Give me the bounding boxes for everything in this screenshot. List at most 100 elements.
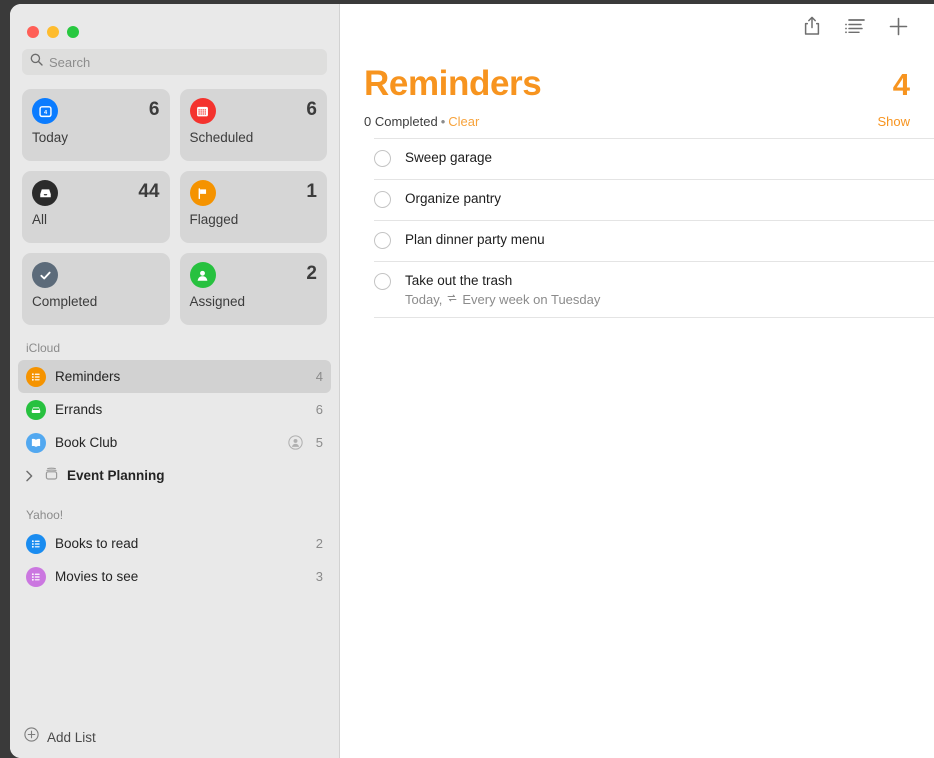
show-completed-button[interactable]: Show — [877, 114, 910, 129]
sidebar-group-event-planning[interactable]: Event Planning — [18, 459, 331, 492]
smart-list-count: 6 — [149, 98, 160, 122]
account-header-yahoo: Yahoo! — [10, 492, 339, 527]
sidebar-list-label: Movies to see — [55, 569, 307, 584]
smart-list-label: Flagged — [190, 212, 318, 227]
sidebar-list-count: 5 — [316, 435, 323, 450]
reminder-body: Take out the trash Today, Every week on Tu… — [405, 272, 934, 307]
smart-list-label: Today — [32, 130, 160, 145]
accounts-container: iCloud Reminders 4 Errands 6 Book Club 5 Event … — [10, 325, 339, 593]
smart-list-label: Completed — [32, 294, 160, 309]
sidebar-list-count: 3 — [316, 569, 323, 584]
smart-lists-grid: 46Today6Scheduled44All1FlaggedCompleted2… — [10, 75, 339, 325]
list-bullet-icon — [26, 567, 46, 587]
reminder-title: Sweep garage — [405, 149, 934, 166]
reminder-body: Organize pantry — [405, 190, 934, 207]
account-lists: Reminders 4 Errands 6 Book Club 5 Event Planni… — [10, 360, 339, 492]
sidebar-list-errands[interactable]: Errands 6 — [18, 393, 331, 426]
zoom-button[interactable] — [67, 26, 79, 38]
sidebar: 46Today6Scheduled44All1FlaggedCompleted2… — [10, 4, 340, 758]
reminder-subtitle: Today, Every week on Tuesday — [405, 292, 934, 307]
svg-text:4: 4 — [43, 109, 47, 115]
smart-list-count: 2 — [306, 262, 317, 286]
calendar-day-icon: 4 — [32, 98, 58, 124]
sidebar-list-count: 6 — [316, 402, 323, 417]
reminder-item[interactable]: Organize pantry — [374, 179, 934, 220]
sidebar-list-count: 4 — [316, 369, 323, 384]
traffic-lights — [10, 4, 339, 38]
smart-list-label: Assigned — [190, 294, 318, 309]
group-folder-icon — [43, 465, 60, 487]
share-icon[interactable] — [803, 16, 821, 36]
card-top — [32, 262, 160, 288]
reminder-title: Plan dinner party menu — [405, 231, 934, 248]
title-row: Reminders 4 — [340, 48, 934, 104]
reminder-due-date: Today, — [405, 292, 442, 307]
plus-circle-icon — [24, 727, 39, 747]
meta-separator: • — [441, 114, 446, 129]
search-icon — [30, 53, 43, 71]
smart-list-card-scheduled[interactable]: 6 Scheduled — [180, 89, 328, 161]
calendar-icon — [190, 98, 216, 124]
sidebar-list-count: 2 — [316, 536, 323, 551]
close-button[interactable] — [27, 26, 39, 38]
sidebar-list-label: Reminders — [55, 369, 307, 384]
smart-list-count: 1 — [306, 180, 317, 204]
reminder-item[interactable]: Take out the trash Today, Every week on Tu… — [374, 261, 934, 318]
smart-list-card-assigned[interactable]: 2 Assigned — [180, 253, 328, 325]
inbox-tray-icon — [32, 180, 58, 206]
smart-list-card-today[interactable]: 46Today — [22, 89, 170, 161]
sidebar-list-label: Errands — [55, 402, 307, 417]
smart-list-card-completed[interactable]: Completed — [22, 253, 170, 325]
smart-list-label: Scheduled — [190, 130, 318, 145]
reminders-list: Sweep garage Organize pantry Plan dinner p… — [374, 138, 934, 318]
reminder-checkbox[interactable] — [374, 232, 391, 249]
smart-list-card-flagged[interactable]: 1 Flagged — [180, 171, 328, 243]
completed-count-label: 0 Completed — [364, 114, 438, 129]
sidebar-list-book-club[interactable]: Book Club 5 — [18, 426, 331, 459]
list-total-count: 4 — [893, 67, 910, 103]
flag-icon — [190, 180, 216, 206]
sidebar-list-movies-to-see[interactable]: Movies to see 3 — [18, 560, 331, 593]
account-header-icloud: iCloud — [10, 325, 339, 360]
reminder-item[interactable]: Plan dinner party menu — [374, 220, 934, 261]
reminder-item[interactable]: Sweep garage — [374, 138, 934, 179]
smart-list-count: 44 — [138, 180, 159, 204]
minimize-button[interactable] — [47, 26, 59, 38]
repeat-icon — [446, 292, 458, 307]
add-list-label: Add List — [47, 730, 96, 745]
sidebar-list-label: Book Club — [55, 435, 279, 450]
search-input[interactable] — [49, 55, 319, 70]
reminder-checkbox[interactable] — [374, 150, 391, 167]
reminders-window: 46Today6Scheduled44All1FlaggedCompleted2… — [10, 4, 934, 758]
list-view-icon[interactable] — [845, 18, 865, 34]
shared-person-icon — [288, 435, 303, 450]
search-box[interactable] — [22, 49, 327, 75]
smart-list-count: 6 — [306, 98, 317, 122]
sidebar-list-reminders[interactable]: Reminders 4 — [18, 360, 331, 393]
toolbar — [340, 4, 934, 48]
reminder-checkbox[interactable] — [374, 273, 391, 290]
main-content: Reminders 4 0 Completed•Clear Show Sweep… — [340, 4, 934, 758]
person-icon — [190, 262, 216, 288]
meta-row: 0 Completed•Clear Show — [340, 104, 934, 129]
add-list-button[interactable]: Add List — [10, 716, 339, 758]
chevron-right-icon[interactable] — [22, 470, 36, 482]
list-bullet-icon — [26, 534, 46, 554]
smart-list-card-all[interactable]: 44 All — [22, 171, 170, 243]
book-icon — [26, 433, 46, 453]
reminder-body: Sweep garage — [405, 149, 934, 166]
card-top: 46 — [32, 98, 160, 124]
search-container — [10, 38, 339, 75]
reminder-checkbox[interactable] — [374, 191, 391, 208]
reminder-title: Take out the trash — [405, 272, 934, 289]
card-top: 44 — [32, 180, 160, 206]
clear-button[interactable]: Clear — [448, 114, 479, 129]
card-top: 1 — [190, 180, 318, 206]
car-icon — [26, 400, 46, 420]
page-title: Reminders — [364, 64, 541, 104]
sidebar-list-books-to-read[interactable]: Books to read2 — [18, 527, 331, 560]
card-top: 2 — [190, 262, 318, 288]
reminder-recurrence: Every week on Tuesday — [462, 292, 600, 307]
plus-icon[interactable] — [889, 17, 908, 36]
smart-list-label: All — [32, 212, 160, 227]
